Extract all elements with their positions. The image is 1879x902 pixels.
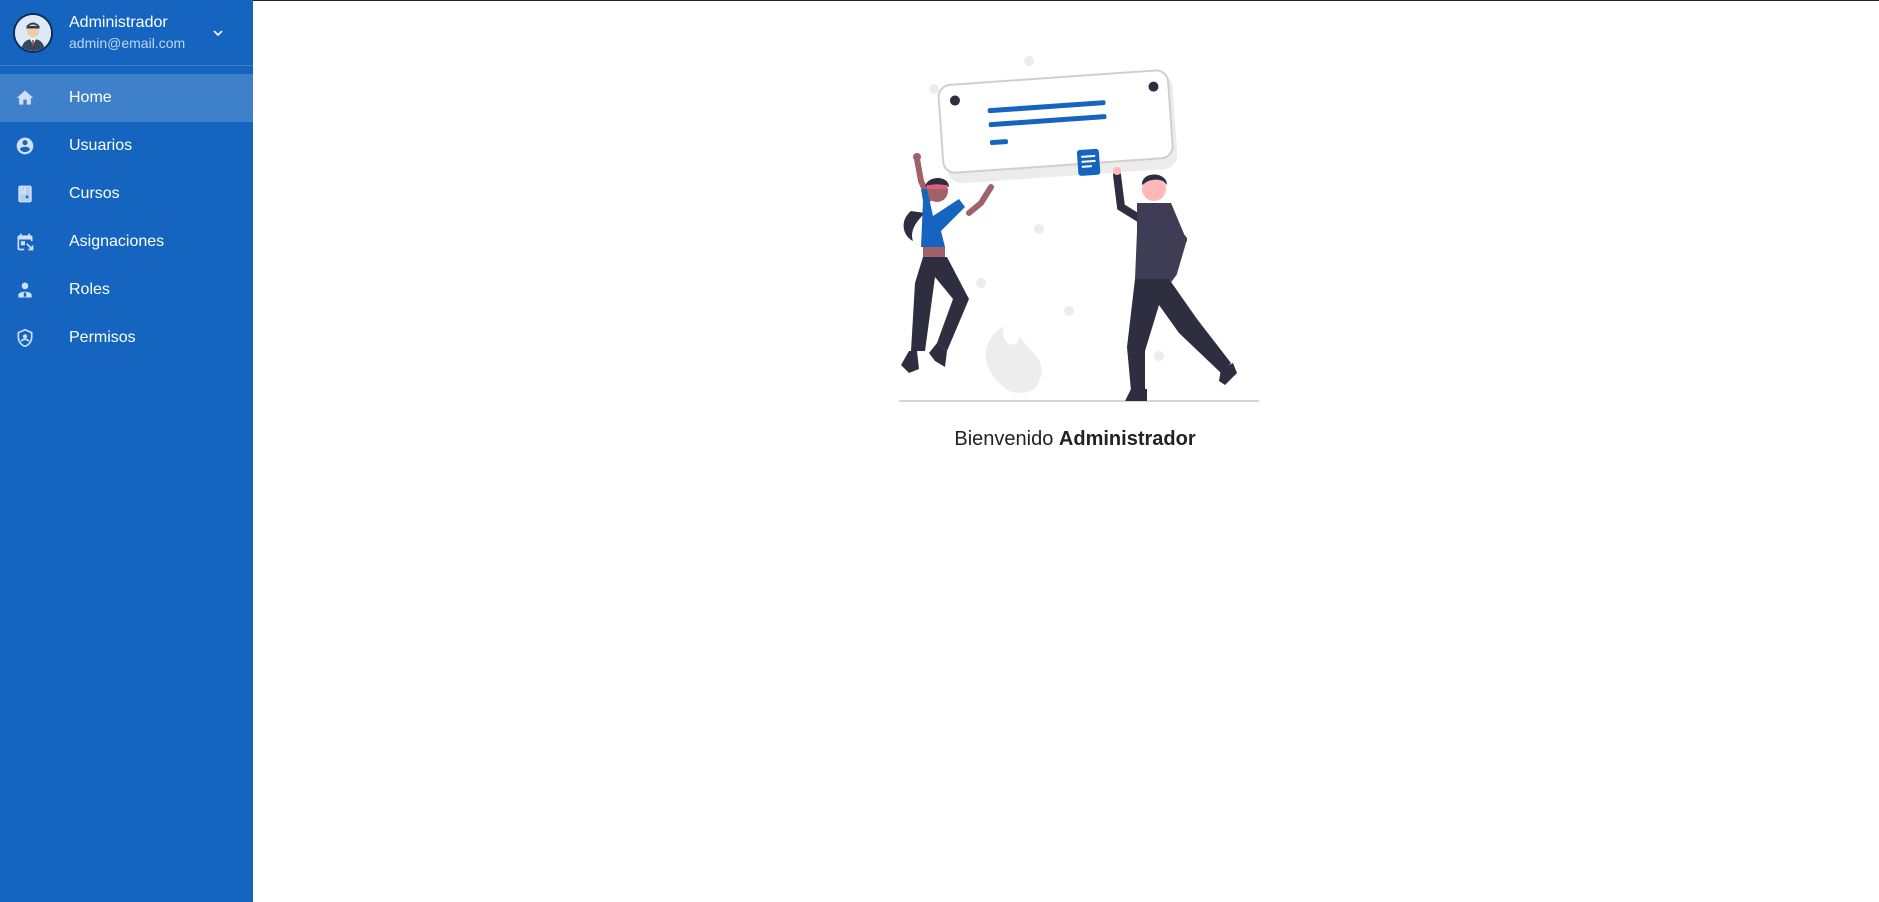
- welcome-illustration: [869, 51, 1279, 411]
- sidebar-item-label: Usuarios: [69, 137, 133, 154]
- sidebar-item-cursos[interactable]: Cursos: [0, 170, 253, 218]
- badge-icon: [14, 279, 36, 301]
- app-root: Administrador admin@email.com Home Usuar…: [0, 0, 1879, 902]
- account-circle-icon: [14, 135, 36, 157]
- sidebar-item-label: Home: [69, 89, 112, 106]
- user-menu[interactable]: Administrador admin@email.com: [0, 0, 253, 66]
- book-icon: [14, 183, 36, 205]
- welcome-user-name: Administrador: [1058, 428, 1196, 450]
- main-content: Bienvenido Administrador: [253, 0, 1879, 902]
- sidebar-item-usuarios[interactable]: Usuarios: [0, 122, 253, 170]
- chevron-down-icon[interactable]: [208, 23, 228, 43]
- sidebar-nav: Home Usuarios Cursos Asignaciones Roles …: [0, 74, 253, 362]
- welcome-message: Bienvenido Administrador: [253, 428, 1879, 451]
- avatar-icon: [15, 14, 51, 51]
- sidebar-item-label: Cursos: [69, 185, 120, 202]
- shield-account-icon: [14, 327, 36, 349]
- sidebar-item-roles[interactable]: Roles: [0, 266, 253, 314]
- sidebar-item-asignaciones[interactable]: Asignaciones: [0, 218, 253, 266]
- sidebar-item-label: Roles: [69, 281, 110, 298]
- sidebar-item-label: Permisos: [69, 329, 136, 346]
- welcome-prefix: Bienvenido: [954, 428, 1054, 450]
- user-email: admin@email.com: [69, 34, 186, 51]
- sidebar-item-label: Asignaciones: [69, 233, 165, 250]
- sidebar-item-permisos[interactable]: Permisos: [0, 314, 253, 362]
- user-name: Administrador: [69, 13, 168, 31]
- home-icon: [14, 87, 36, 109]
- sidebar-item-home[interactable]: Home: [0, 74, 253, 122]
- user-avatar: [13, 12, 53, 53]
- calendar-assign-icon: [14, 231, 36, 253]
- sidebar: Administrador admin@email.com Home Usuar…: [0, 0, 253, 902]
